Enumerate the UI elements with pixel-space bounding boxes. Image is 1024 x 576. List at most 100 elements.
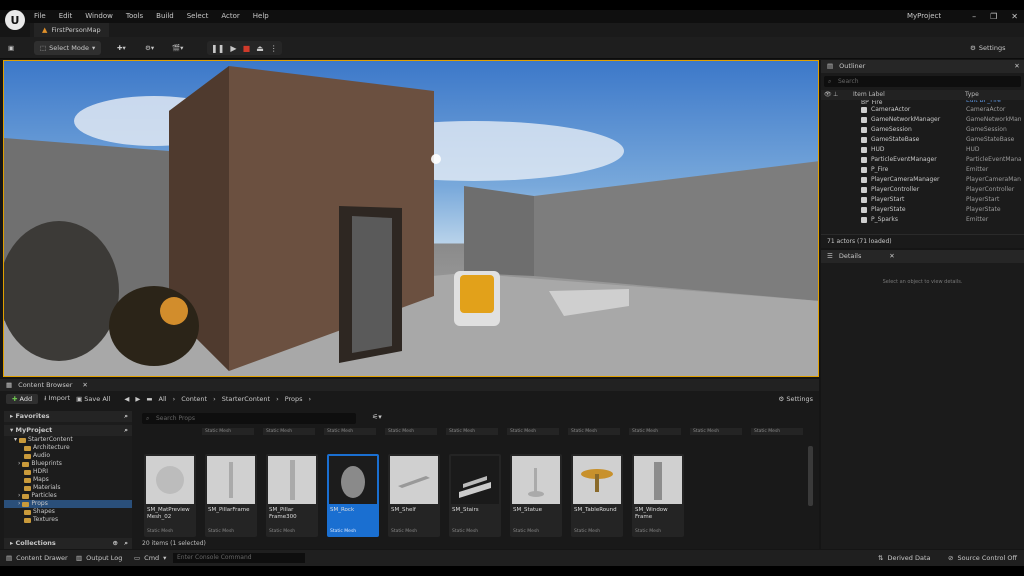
save-all-button[interactable]: ▣ Save All (76, 395, 110, 403)
asset-tile[interactable]: SM_PillarFrame Static Mesh (205, 454, 257, 537)
close-icon[interactable]: ✕ (82, 379, 87, 391)
menu-actor[interactable]: Actor (221, 10, 239, 23)
partial-tile[interactable]: Static Mesh (690, 428, 742, 435)
pause-icon[interactable]: ❚❚ (211, 44, 224, 53)
tree-item[interactable]: › Blueprints (4, 460, 132, 468)
asset-tile[interactable]: SM_Stairs Static Mesh (449, 454, 501, 537)
close-icon[interactable]: ✕ (1011, 10, 1018, 23)
asset-tile[interactable]: SM_TableRound Static Mesh (571, 454, 623, 537)
partial-tile[interactable]: Static Mesh (507, 428, 559, 435)
outliner-row[interactable]: P_Fire Emitter (821, 165, 1024, 175)
menu-edit[interactable]: Edit (59, 10, 73, 23)
outliner-row[interactable]: PlayerController PlayerController (821, 185, 1024, 195)
partial-tile[interactable]: Static Mesh (568, 428, 620, 435)
tree-item[interactable]: Architecture (4, 444, 132, 452)
asset-tile[interactable]: SM_Pillar Frame300 Static Mesh (266, 454, 318, 537)
partial-tile[interactable]: Static Mesh (324, 428, 376, 435)
breadcrumb-startercontent[interactable]: StarterContent (222, 395, 270, 403)
eject-icon[interactable]: ⏏ (256, 44, 264, 53)
forward-icon[interactable]: ▶ (135, 395, 140, 403)
outliner-row[interactable]: P_Sparks Emitter (821, 215, 1024, 225)
source-control-button[interactable]: ⊘ Source Control Off (948, 550, 1017, 566)
search-icon[interactable]: ⌕ (124, 538, 128, 549)
breadcrumb-all[interactable]: All (159, 395, 167, 403)
menu-select[interactable]: Select (187, 10, 209, 23)
menu-build[interactable]: Build (156, 10, 174, 23)
breadcrumb-props[interactable]: Props (285, 395, 303, 403)
menu-file[interactable]: File (34, 10, 46, 23)
save-current-icon[interactable]: ▣ (8, 41, 14, 55)
asset-tile-selected[interactable]: SM_Rock Static Mesh (327, 454, 379, 537)
tree-item[interactable]: Materials (4, 484, 132, 492)
tree-item[interactable]: ▾ StarterContent (4, 436, 132, 444)
favorites-section[interactable]: ▸ Favorites ⌕ (4, 411, 132, 422)
outliner-row[interactable]: GameSession GameSession (821, 125, 1024, 135)
output-log-button[interactable]: ▥ Output Log (76, 550, 122, 566)
console-command-input[interactable]: Enter Console Command (173, 553, 305, 563)
close-icon[interactable]: ✕ (1010, 60, 1024, 73)
partial-tile[interactable]: Static Mesh (263, 428, 315, 435)
filter-icon[interactable]: ⚟▾ (372, 413, 382, 421)
menu-tools[interactable]: Tools (126, 10, 143, 23)
content-settings-button[interactable]: ⚙ Settings (778, 391, 813, 407)
tree-item[interactable]: HDRI (4, 468, 132, 476)
item-label-column[interactable]: Item Label (845, 90, 965, 100)
partial-tile[interactable]: Static Mesh (385, 428, 437, 435)
cmd-dropdown[interactable]: ▭ Cmd ▾ (134, 550, 166, 566)
asset-tile[interactable]: SM_Statue Static Mesh (510, 454, 562, 537)
pin-icon[interactable]: ⊥ (833, 90, 845, 100)
settings-button[interactable]: ⚙ Settings (970, 41, 1006, 55)
search-icon[interactable]: ⌕ (124, 425, 128, 436)
tree-item[interactable]: Shapes (4, 508, 132, 516)
outliner-row[interactable]: GameStateBase GameStateBase (821, 135, 1024, 145)
partial-tile[interactable]: Static Mesh (446, 428, 498, 435)
outliner-row[interactable]: PlayerState PlayerState (821, 205, 1024, 215)
tree-item[interactable]: Audio (4, 452, 132, 460)
level-viewport[interactable] (3, 60, 819, 377)
import-button[interactable]: ⭳ Import (44, 394, 70, 405)
outliner-row[interactable]: CameraActor CameraActor (821, 105, 1024, 115)
asset-tile[interactable]: SM_Window Frame Static Mesh (632, 454, 684, 537)
tree-item[interactable]: › Particles (4, 492, 132, 500)
more-icon[interactable]: ⋮ (270, 44, 278, 53)
restore-icon[interactable]: ❐ (990, 10, 997, 23)
select-mode-dropdown[interactable]: ⬚ Select Mode ▾ (34, 41, 102, 55)
close-icon[interactable]: ✕ (885, 250, 899, 263)
search-icon[interactable]: ⌕ (124, 411, 128, 422)
breadcrumb-content[interactable]: Content (181, 395, 207, 403)
outliner-search-input[interactable]: ⌕ Search (824, 76, 1021, 87)
add-collection-icon[interactable]: ⊕ (113, 538, 118, 549)
collections-section[interactable]: ▸ Collections ⊕ ⌕ (4, 538, 132, 549)
derived-data-button[interactable]: ⇅ Derived Data (878, 550, 931, 566)
stop-icon[interactable]: ■ (243, 44, 251, 53)
tree-item[interactable]: Maps (4, 476, 132, 484)
asset-tile[interactable]: SM_Shelf Static Mesh (388, 454, 440, 537)
tab-firstpersonmap[interactable]: ▲ FirstPersonMap (34, 23, 109, 37)
asset-grid-scrollbar[interactable] (808, 446, 813, 506)
menu-help[interactable]: Help (253, 10, 269, 23)
outliner-row[interactable]: PlayerCameraManager PlayerCameraManager (821, 175, 1024, 185)
cinematics-dropdown[interactable]: 🎬▾ (172, 41, 183, 55)
step-icon[interactable]: ▶ (230, 44, 236, 53)
tree-item-selected[interactable]: › Props (4, 500, 132, 508)
outliner-row[interactable]: ParticleEventManager ParticleEventManager (821, 155, 1024, 165)
content-drawer-button[interactable]: ▤ Content Drawer (6, 550, 68, 566)
tree-item[interactable]: Textures (4, 516, 132, 524)
partial-tile[interactable]: Static Mesh (629, 428, 681, 435)
add-button[interactable]: ✚ Add (6, 394, 39, 404)
outliner-row[interactable]: PlayerStart PlayerStart (821, 195, 1024, 205)
partial-tile[interactable]: Static Mesh (751, 428, 803, 435)
minimize-icon[interactable]: – (972, 10, 976, 23)
outliner-row[interactable]: HUD HUD (821, 145, 1024, 155)
back-icon[interactable]: ◀ (124, 395, 129, 403)
partial-tile[interactable]: Static Mesh (202, 428, 254, 435)
outliner-row[interactable]: GameNetworkManager GameNetworkManager (821, 115, 1024, 125)
project-section[interactable]: ▾ MyProject ⌕ (4, 425, 132, 436)
type-column[interactable]: Type (965, 90, 1020, 100)
asset-search-input[interactable]: ⌕ Search Props (142, 413, 356, 424)
blueprint-dropdown[interactable]: ⚙▾ (145, 41, 154, 55)
visibility-eye-icon[interactable]: 👁 (821, 90, 833, 100)
asset-tile[interactable]: SM_MatPreview Mesh_02 Static Mesh (144, 454, 196, 537)
menu-window[interactable]: Window (85, 10, 113, 23)
add-actor-dropdown[interactable]: ✚▾ (117, 41, 126, 55)
